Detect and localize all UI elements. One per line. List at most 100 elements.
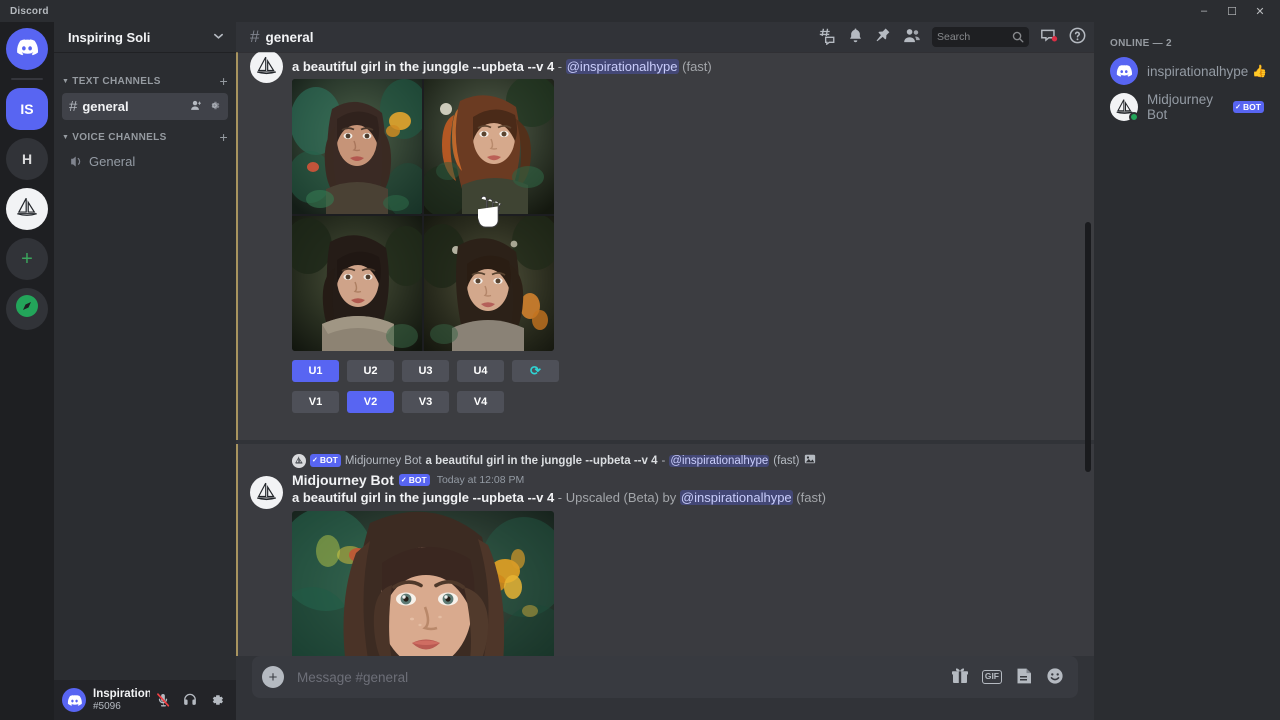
- thumbs-up-emoji-icon: 👍: [1252, 64, 1267, 78]
- message-scroll-area[interactable]: a beautiful girl in the junggle --upbeta…: [236, 52, 1094, 656]
- threads-icon[interactable]: [818, 27, 836, 48]
- message-composer[interactable]: + Message #general GIF: [252, 656, 1078, 698]
- button-u4[interactable]: U4: [457, 360, 504, 382]
- prompt-separator: -: [554, 59, 566, 74]
- create-text-channel-button[interactable]: +: [219, 73, 228, 89]
- upscaled-image-attachment[interactable]: [292, 511, 554, 656]
- members-online-header: ONLINE — 2: [1094, 38, 1280, 53]
- sidebar-item-general-text[interactable]: # general: [62, 93, 228, 120]
- deafen-button[interactable]: [177, 687, 203, 713]
- message-grid-result[interactable]: a beautiful girl in the junggle --upbeta…: [236, 52, 1094, 440]
- reply-user-mention: @inspirationalhype: [669, 455, 769, 467]
- message-content: a beautiful girl in the junggle --upbeta…: [292, 58, 1078, 75]
- member-list-item-inspirationalhype[interactable]: inspirationalhype 👍: [1102, 53, 1272, 89]
- message-scrollbar[interactable]: [1085, 222, 1091, 472]
- create-invite-icon[interactable]: [190, 99, 203, 115]
- hash-icon: #: [69, 98, 77, 115]
- grid-cell-3[interactable]: [292, 216, 422, 351]
- grid-cell-2[interactable]: [424, 79, 554, 214]
- sidebar-item-general-voice[interactable]: General: [62, 149, 228, 174]
- verified-check-icon: ✓: [312, 457, 318, 464]
- edit-channel-gear-icon[interactable]: [208, 99, 221, 115]
- window-title: Discord: [10, 6, 49, 17]
- close-button[interactable]: ✕: [1246, 0, 1274, 22]
- reply-reference[interactable]: ✓BOT Midjourney Bot a beautiful girl in …: [236, 453, 1094, 468]
- pinned-messages-icon[interactable]: [875, 27, 892, 47]
- verified-check-icon: ✓: [401, 477, 407, 484]
- channel-header-actions: Search: [818, 27, 1086, 48]
- button-u1[interactable]: U1: [292, 360, 339, 382]
- sidebar-item-server-h[interactable]: H: [6, 138, 48, 180]
- help-icon[interactable]: [1069, 27, 1086, 47]
- prompt-text: a beautiful girl in the junggle --upbeta…: [292, 59, 554, 74]
- explore-servers-button[interactable]: [6, 288, 48, 330]
- bot-badge: ✓BOT: [1233, 101, 1264, 114]
- grid-cell-4[interactable]: [424, 216, 554, 351]
- create-voice-channel-button[interactable]: +: [219, 129, 228, 145]
- user-settings-button[interactable]: [204, 687, 230, 713]
- category-text-channels[interactable]: ▼ TEXT CHANNELS +: [54, 70, 236, 92]
- search-input[interactable]: Search: [932, 27, 1029, 47]
- avatar[interactable]: [250, 52, 283, 83]
- button-v4[interactable]: V4: [457, 391, 504, 413]
- user-mention[interactable]: @inspirationalhype: [566, 59, 679, 74]
- user-info[interactable]: Inspiration... #5096: [93, 688, 150, 713]
- avatar: [1110, 57, 1138, 85]
- channel-sidebar: Inspiring Soli ▼ TEXT CHANNELS + # gener…: [54, 22, 236, 720]
- message-input[interactable]: Message #general: [284, 670, 951, 685]
- upload-attachment-button[interactable]: +: [262, 666, 284, 688]
- guild-header-dropdown[interactable]: Inspiring Soli: [54, 22, 236, 52]
- button-u2[interactable]: U2: [347, 360, 394, 382]
- channel-header: # general: [236, 22, 1094, 52]
- message-content: a beautiful girl in the junggle --upbeta…: [292, 489, 1078, 506]
- member-list-item-midjourney-bot[interactable]: Midjourney Bot ✓BOT: [1102, 89, 1272, 125]
- channel-list: ▼ TEXT CHANNELS + # general: [54, 52, 236, 680]
- caret-down-icon: ▼: [62, 78, 69, 85]
- upscaled-label: Upscaled (Beta) by: [566, 490, 680, 505]
- avatar[interactable]: [62, 688, 86, 712]
- add-server-button[interactable]: +: [6, 238, 48, 280]
- category-voice-channels[interactable]: ▼ VOICE CHANNELS +: [54, 126, 236, 148]
- chevron-down-icon: [213, 31, 224, 43]
- sailboat-icon: [294, 456, 304, 466]
- message-upscale-result[interactable]: ✓BOT Midjourney Bot a beautiful girl in …: [236, 444, 1094, 656]
- channel-controls: [190, 99, 221, 115]
- emoji-icon[interactable]: [1046, 667, 1064, 688]
- button-reroll-refresh-icon[interactable]: ⟳: [512, 360, 559, 382]
- chat-panel: # general: [236, 22, 1094, 720]
- button-v3[interactable]: V3: [402, 391, 449, 413]
- speaker-icon: [69, 154, 84, 169]
- gif-icon[interactable]: GIF: [982, 670, 1002, 684]
- image-grid-attachment[interactable]: [292, 79, 554, 351]
- sticker-icon[interactable]: [1015, 667, 1033, 688]
- image-attachment-icon: [804, 453, 816, 468]
- notification-bell-icon[interactable]: [847, 27, 864, 47]
- sidebar-item-server-midjourney[interactable]: [6, 188, 48, 230]
- window-controls: – ☐ ✕: [1190, 0, 1274, 22]
- user-mention[interactable]: @inspirationalhype: [680, 490, 793, 505]
- user-panel: Inspiration... #5096: [54, 680, 236, 720]
- button-u3[interactable]: U3: [402, 360, 449, 382]
- maximize-button[interactable]: ☐: [1218, 0, 1246, 22]
- mute-microphone-button[interactable]: [150, 687, 176, 713]
- sidebar-item-discord-home[interactable]: [6, 28, 48, 70]
- channel-label-general-voice: General: [89, 154, 135, 169]
- button-v2[interactable]: V2: [347, 391, 394, 413]
- reply-avatar: [292, 454, 306, 468]
- plus-icon: +: [21, 248, 33, 271]
- grid-cell-1[interactable]: [292, 79, 422, 214]
- composer-area: + Message #general GIF: [236, 656, 1094, 720]
- sidebar-item-server-is[interactable]: IS: [6, 88, 48, 130]
- inbox-icon[interactable]: [1040, 27, 1058, 47]
- button-v1[interactable]: V1: [292, 391, 339, 413]
- message-author-name[interactable]: Midjourney Bot: [292, 472, 394, 488]
- page-title: general: [265, 30, 313, 45]
- minimize-button[interactable]: –: [1190, 0, 1218, 22]
- member-list-icon[interactable]: [903, 27, 921, 47]
- speed-label: (fast): [796, 490, 826, 505]
- gift-icon[interactable]: [951, 667, 969, 688]
- prompt-separator: -: [554, 490, 566, 505]
- sailboat-icon: [254, 480, 279, 505]
- sailboat-icon: [254, 54, 279, 79]
- avatar[interactable]: [250, 476, 283, 509]
